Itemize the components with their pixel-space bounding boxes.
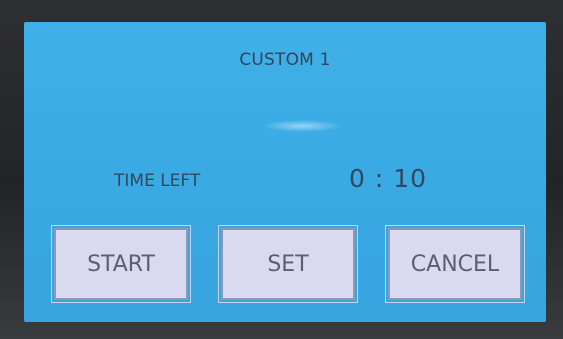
device-bezel: CUSTOM 1 TIME LEFT 0 : 10 START SET CANC… [0,0,563,339]
screen-glare [262,120,342,132]
page-title: CUSTOM 1 [239,50,331,70]
time-left-label: TIME LEFT [114,171,201,191]
cancel-button[interactable]: CANCEL [385,225,525,303]
start-button[interactable]: START [51,225,191,303]
time-left-value: 0 : 10 [349,164,428,193]
touch-screen: CUSTOM 1 TIME LEFT 0 : 10 START SET CANC… [24,22,546,322]
set-button[interactable]: SET [218,225,358,303]
